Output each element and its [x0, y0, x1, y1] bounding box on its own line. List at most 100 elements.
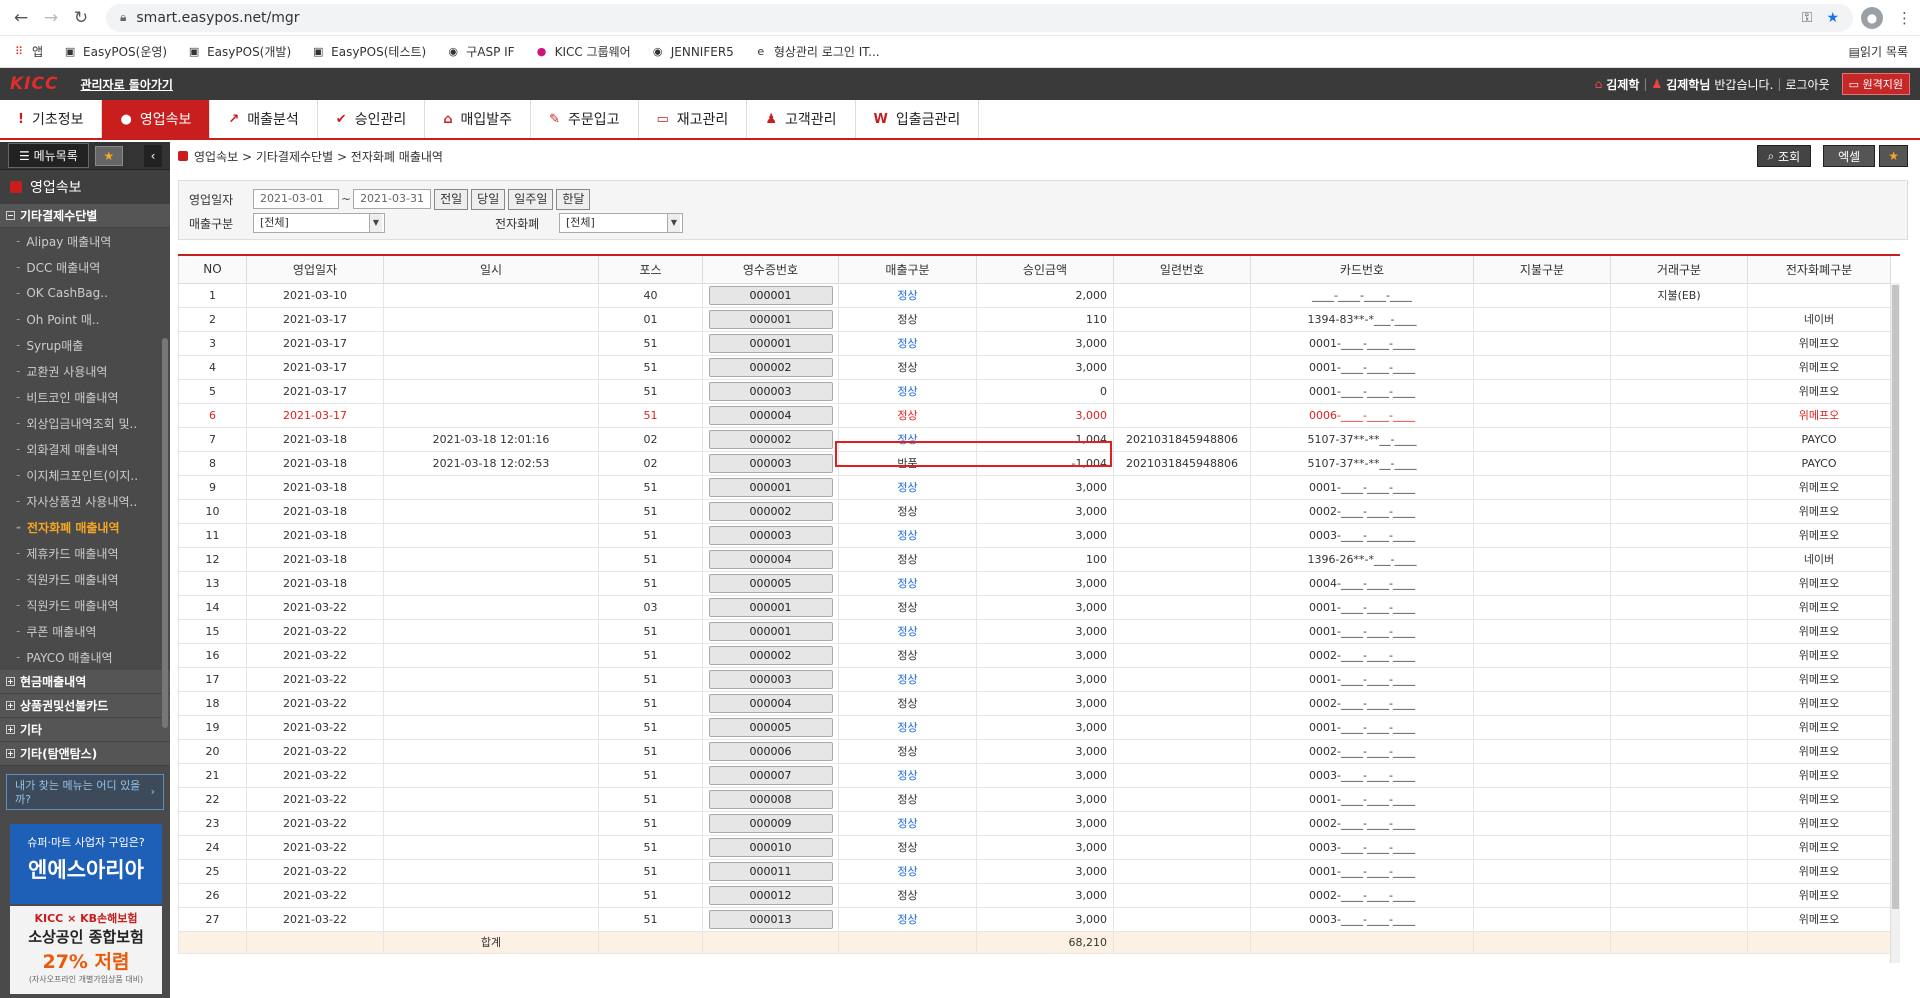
table-row[interactable]: 24 2021-03-22 51 000010 정상 3,000 0003-____-___… [178, 834, 1891, 860]
receipt-button[interactable]: 000003 [708, 453, 833, 473]
table-row[interactable]: 22 2021-03-22 51 000008 정상 3,000 0001-____-___… [178, 786, 1891, 812]
today-button[interactable]: 당일 [471, 188, 506, 210]
receipt-button[interactable]: 000003 [708, 669, 833, 689]
receipt-button[interactable]: 000011 [708, 861, 833, 881]
column-header[interactable]: 지불구분 [1473, 256, 1611, 284]
date-to-input[interactable]: 2021-03-31 [353, 189, 432, 209]
sale-type-select[interactable]: [전체] [253, 213, 385, 233]
sidebar-item[interactable]: 쿠폰 매출내역 [0, 618, 170, 644]
menu-item-4[interactable]: ⌂ 매입발주 [425, 100, 532, 138]
back-icon[interactable]: ← [8, 5, 34, 31]
bookmark-item[interactable]: ▣ EasyPOS(테스트) [311, 43, 426, 60]
kicc-logo[interactable]: KICC [10, 74, 58, 94]
table-row[interactable]: 10 2021-03-18 51 000002 정상 3,000 0002-____-___… [178, 498, 1891, 524]
table-row[interactable]: 6 2021-03-17 51 000004 정상 3,000 0006-____-____… [178, 402, 1891, 428]
receipt-button[interactable]: 000002 [708, 429, 833, 449]
table-row[interactable]: 14 2021-03-22 03 000001 정상 3,000 0001-____-___… [178, 594, 1891, 620]
receipt-button[interactable]: 000002 [708, 645, 833, 665]
bookmark-item[interactable]: ▣ EasyPOS(개발) [187, 43, 291, 60]
reading-list-button[interactable]: ▤ 읽기 목록 [1849, 43, 1908, 60]
receipt-button[interactable]: 000003 [708, 525, 833, 545]
table-row[interactable]: 3 2021-03-17 51 000001 정상 3,000 0001-____-____… [178, 330, 1891, 356]
table-row[interactable]: 18 2021-03-22 51 000004 정상 3,000 0002-____-___… [178, 690, 1891, 716]
receipt-button[interactable]: 000012 [708, 885, 833, 905]
menu-item-0[interactable]: ! 기초정보 [0, 100, 103, 138]
excel-button[interactable]: 엑셀 [1823, 145, 1876, 167]
menu-item-6[interactable]: ▭ 재고관리 [639, 100, 748, 138]
column-header[interactable]: 포스 [598, 256, 703, 284]
bookmark-item[interactable]: ◉ 구ASP IF [446, 43, 514, 60]
sidebar-item[interactable]: 교환권 사용내역 [0, 358, 170, 384]
sidebar-item[interactable]: OK CashBag.. [0, 280, 170, 306]
receipt-button[interactable]: 000002 [708, 357, 833, 377]
table-row[interactable]: 26 2021-03-22 51 000012 정상 3,000 0002-____-___… [178, 882, 1891, 908]
grid-scrollbar-thumb[interactable] [1892, 285, 1899, 909]
favorite-add-icon[interactable]: ★ [1879, 145, 1908, 167]
table-row[interactable]: 23 2021-03-22 51 000009 정상 3,000 0002-____-___… [178, 810, 1891, 836]
table-row[interactable]: 21 2021-03-22 51 000007 정상 3,000 0003-____-___… [178, 762, 1891, 788]
emoney-select[interactable]: [전체] [559, 213, 683, 233]
column-header[interactable]: 일련번호 [1113, 256, 1251, 284]
table-row[interactable]: 25 2021-03-22 51 000011 정상 3,000 0001-____-___… [178, 858, 1891, 884]
column-header[interactable]: 카드번호 [1250, 256, 1474, 284]
menu-item-2[interactable]: ↗ 매출분석 [210, 100, 318, 138]
month-button[interactable]: 한달 [556, 188, 591, 210]
column-header[interactable]: 영업일자 [246, 256, 384, 284]
sidebar-item[interactable]: Syrup매출 [0, 332, 170, 358]
table-row[interactable]: 7 2021-03-18 2021-03-18 12:01:16 02 000002 정상… [178, 426, 1891, 452]
remote-support-button[interactable]: ▭ 원격지원 [1841, 73, 1910, 95]
table-row[interactable]: 15 2021-03-22 51 000001 정상 3,000 0001-____-___… [178, 618, 1891, 644]
sidebar-item[interactable]: 자사상품권 사용내역.. [0, 488, 170, 514]
address-bar[interactable]: 🔒︎ smart.easypos.net/mgr ⚿ ★ [106, 3, 1853, 32]
table-row[interactable]: 12 2021-03-18 51 000004 정상 100 1396-26**-*___-… [178, 546, 1891, 572]
bookmark-item[interactable]: ◉ JENNIFER5 [651, 45, 734, 59]
receipt-button[interactable]: 000005 [708, 573, 833, 593]
menu-item-8[interactable]: W 입출금관리 [856, 100, 980, 138]
reload-icon[interactable]: ↻ [68, 5, 94, 31]
receipt-button[interactable]: 000007 [708, 765, 833, 785]
sidebar-item[interactable]: 제휴카드 매출내역 [0, 540, 170, 566]
sidebar-item[interactable]: 비트코인 매출내역 [0, 384, 170, 410]
receipt-button[interactable]: 000006 [708, 741, 833, 761]
receipt-button[interactable]: 000001 [708, 621, 833, 641]
find-menu-banner[interactable]: 내가 찾는 메뉴는 어디 있을까? › [6, 774, 164, 810]
receipt-button[interactable]: 000001 [708, 285, 833, 305]
menu-item-7[interactable]: ♟ 고객관리 [747, 100, 856, 138]
table-row[interactable]: 9 2021-03-18 51 000001 정상 3,000 0001-____-____… [178, 474, 1891, 500]
receipt-button[interactable]: 000008 [708, 789, 833, 809]
ad-banner-nsaria[interactable]: 슈퍼·마트 사업자 구입은? 엔에스아리아 [10, 824, 162, 904]
table-row[interactable]: 5 2021-03-17 51 000003 정상 0 0001-____-____-___… [178, 378, 1891, 404]
sidebar-scrollbar[interactable] [162, 338, 168, 728]
search-button[interactable]: ⌕ 조회 [1756, 145, 1812, 167]
receipt-button[interactable]: 000004 [708, 549, 833, 569]
table-row[interactable]: 2 2021-03-17 01 000001 정상 110 1394-83**-*___-_… [178, 306, 1891, 332]
table-row[interactable]: 11 2021-03-18 51 000003 정상 3,000 0003-____-___… [178, 522, 1891, 548]
menu-item-1[interactable]: ● 영업속보 [102, 100, 211, 138]
sidebar-item[interactable]: 외상입금내역조회 및.. [0, 410, 170, 436]
profile-avatar-icon[interactable]: ● [1861, 6, 1883, 29]
bookmark-item[interactable]: ▣ EasyPOS(운영) [63, 43, 167, 60]
menu-item-5[interactable]: ✎ 주문입고 [531, 100, 639, 138]
sidebar-item[interactable]: DCC 매출내역 [0, 254, 170, 280]
forward-icon[interactable]: → [38, 5, 64, 31]
sidebar-item[interactable]: PAYCO 매출내역 [0, 644, 170, 670]
sidebar-item[interactable]: Oh Point 매.. [0, 306, 170, 332]
sidebar-item[interactable]: 직원카드 매출내역 [0, 592, 170, 618]
table-row[interactable]: 17 2021-03-22 51 000003 정상 3,000 0001-____-___… [178, 666, 1891, 692]
receipt-button[interactable]: 000001 [708, 309, 833, 329]
prev-day-button[interactable]: 전일 [434, 188, 469, 210]
menu-list-button[interactable]: ☰ 메뉴목록 [8, 143, 89, 168]
collapse-sidebar-icon[interactable]: ‹ [144, 144, 162, 167]
receipt-button[interactable]: 000004 [708, 693, 833, 713]
receipt-button[interactable]: 000013 [708, 909, 833, 929]
admin-back-link[interactable]: 관리자로 돌아가기 [80, 76, 173, 93]
sidebar-group-open[interactable]: − 기타결제수단별 [0, 204, 170, 228]
column-header[interactable]: 매출구분 [838, 256, 977, 284]
sidebar-group[interactable]: + 상품권및선불카드 [0, 694, 170, 718]
sidebar-item[interactable]: 전자화폐 매출내역 [0, 514, 170, 540]
receipt-button[interactable]: 000001 [708, 333, 833, 353]
sidebar-item[interactable]: 이지체크포인트(이지.. [0, 462, 170, 488]
table-row[interactable]: 1 2021-03-10 40 000001 정상 2,000 ____-____-____… [178, 282, 1891, 308]
receipt-button[interactable]: 000001 [708, 477, 833, 497]
week-button[interactable]: 일주일 [508, 188, 554, 210]
